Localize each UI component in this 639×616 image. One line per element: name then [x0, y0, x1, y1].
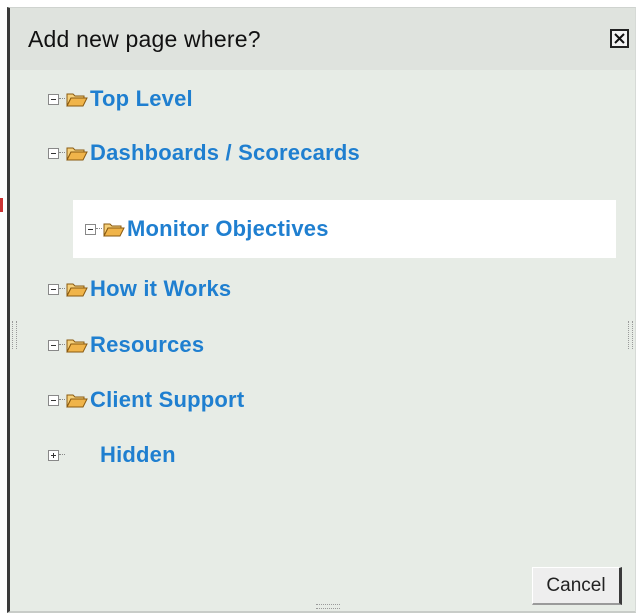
- collapse-minus-icon[interactable]: [48, 339, 59, 351]
- tree-node-label[interactable]: Client Support: [90, 387, 244, 413]
- folder-open-icon: [66, 93, 88, 107]
- left-resize-grip[interactable]: [12, 321, 17, 349]
- collapse-minus-icon[interactable]: [48, 283, 59, 295]
- bottom-resize-grip[interactable]: [316, 604, 340, 609]
- tree-node-label[interactable]: Top Level: [90, 86, 193, 112]
- tree-node-hidden[interactable]: Hidden: [48, 426, 608, 484]
- tree-node-client-support[interactable]: Client Support: [48, 371, 608, 429]
- folder-open-icon: [66, 394, 88, 408]
- tree-node-top-level[interactable]: Top Level: [48, 70, 608, 128]
- close-button[interactable]: [610, 29, 629, 48]
- close-x-icon: [614, 33, 625, 44]
- tree-node-monitor-objectives[interactable]: Monitor Objectives: [73, 200, 616, 258]
- right-resize-grip[interactable]: [628, 321, 633, 349]
- tree-node-label[interactable]: How it Works: [90, 276, 231, 302]
- collapse-minus-icon[interactable]: [85, 223, 96, 235]
- edge-marker: [0, 198, 3, 212]
- folder-open-icon: [103, 223, 125, 237]
- folder-open-icon: [66, 147, 88, 161]
- tree-node-label[interactable]: Hidden: [100, 442, 176, 468]
- tree-node-label[interactable]: Monitor Objectives: [127, 216, 329, 242]
- expand-plus-icon[interactable]: [48, 449, 59, 461]
- add-page-dialog: Add new page where? Top Level Dashboards…: [7, 7, 636, 613]
- tree-node-how-it-works[interactable]: How it Works: [48, 260, 608, 318]
- collapse-minus-icon[interactable]: [48, 93, 59, 105]
- tree-node-resources[interactable]: Resources: [48, 316, 608, 374]
- folder-open-icon: [66, 283, 88, 297]
- cancel-button[interactable]: Cancel: [532, 567, 622, 605]
- folder-open-icon: [66, 339, 88, 353]
- collapse-minus-icon[interactable]: [48, 394, 59, 406]
- tree-node-label[interactable]: Dashboards / Scorecards: [90, 140, 360, 166]
- tree-node-dashboards-scorecards[interactable]: Dashboards / Scorecards: [48, 124, 608, 182]
- dialog-title: Add new page where?: [28, 26, 261, 52]
- dialog-titlebar: Add new page where?: [10, 8, 635, 70]
- collapse-minus-icon[interactable]: [48, 147, 59, 159]
- tree-node-label[interactable]: Resources: [90, 332, 204, 358]
